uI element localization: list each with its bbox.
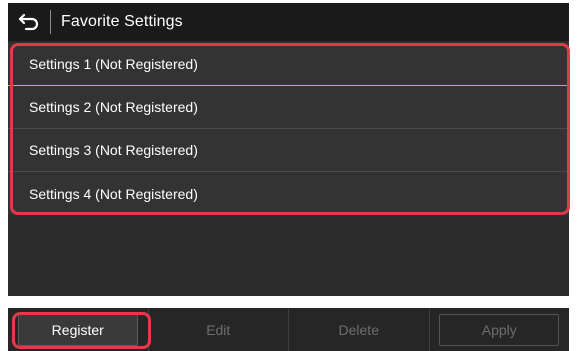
footer-toolbar: Register Edit Delete Apply — [8, 308, 569, 351]
settings-item-4[interactable]: Settings 4 (Not Registered) — [8, 172, 569, 215]
register-button[interactable]: Register — [17, 313, 138, 346]
edit-button[interactable]: Edit — [149, 308, 289, 351]
apply-button-cell: Apply — [430, 308, 570, 351]
settings-list-area: Settings 1 (Not Registered) Settings 2 (… — [8, 41, 570, 296]
settings-list: Settings 1 (Not Registered) Settings 2 (… — [8, 43, 569, 215]
back-button[interactable] — [8, 3, 50, 41]
settings-item-label: Settings 1 (Not Registered) — [29, 56, 198, 72]
delete-button[interactable]: Delete — [289, 308, 430, 351]
page-title: Favorite Settings — [61, 13, 183, 30]
favorite-settings-screen: Favorite Settings Settings 1 (Not Regist… — [0, 0, 577, 351]
settings-item-1[interactable]: Settings 1 (Not Registered) — [8, 43, 569, 86]
settings-item-label: Settings 2 (Not Registered) — [29, 99, 198, 115]
back-arrow-icon — [18, 13, 39, 31]
settings-item-3[interactable]: Settings 3 (Not Registered) — [8, 129, 569, 172]
apply-button[interactable]: Apply — [439, 313, 560, 346]
settings-item-label: Settings 4 (Not Registered) — [29, 185, 198, 202]
settings-item-label: Settings 3 (Not Registered) — [29, 142, 198, 158]
settings-item-2[interactable]: Settings 2 (Not Registered) — [8, 86, 569, 129]
header-bar: Favorite Settings — [8, 3, 569, 41]
register-button-cell: Register — [8, 308, 149, 351]
header-divider — [50, 10, 51, 34]
